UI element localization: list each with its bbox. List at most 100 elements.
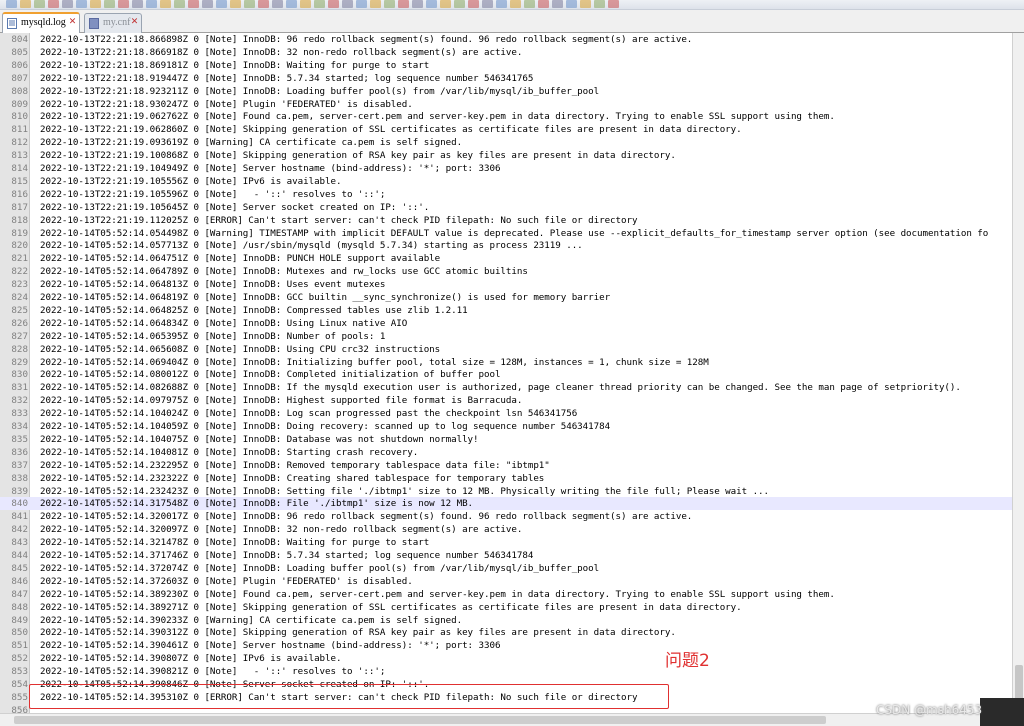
log-line[interactable]: 814 2022-10-13T22:21:19.104949Z 0 [Note] … (0, 162, 1012, 175)
log-line[interactable]: 848 2022-10-14T05:52:14.389271Z 0 [Note] … (0, 601, 1012, 614)
toolbar-button-icon[interactable] (496, 0, 507, 8)
log-line[interactable]: 810 2022-10-13T22:21:19.062762Z 0 [Note] … (0, 110, 1012, 123)
toolbar-button-icon[interactable] (258, 0, 269, 8)
toolbar-button-icon[interactable] (90, 0, 101, 8)
toolbar-button-icon[interactable] (412, 0, 423, 8)
log-line[interactable]: 851 2022-10-14T05:52:14.390461Z 0 [Note] … (0, 639, 1012, 652)
log-line[interactable]: 809 2022-10-13T22:21:18.930247Z 0 [Note] … (0, 98, 1012, 111)
log-line[interactable]: 853 2022-10-14T05:52:14.390821Z 0 [Note] … (0, 665, 1012, 678)
log-line[interactable]: 842 2022-10-14T05:52:14.320097Z 0 [Note] … (0, 523, 1012, 536)
log-line[interactable]: 807 2022-10-13T22:21:18.919447Z 0 [Note] … (0, 72, 1012, 85)
log-line[interactable]: 819 2022-10-14T05:52:14.054498Z 0 [Warnin… (0, 227, 1012, 240)
log-line[interactable]: 820 2022-10-14T05:52:14.057713Z 0 [Note] … (0, 239, 1012, 252)
toolbar-button-icon[interactable] (272, 0, 283, 8)
toolbar-button-icon[interactable] (230, 0, 241, 8)
log-line[interactable]: 812 2022-10-13T22:21:19.093619Z 0 [Warnin… (0, 136, 1012, 149)
toolbar-button-icon[interactable] (300, 0, 311, 8)
toolbar-button-icon[interactable] (286, 0, 297, 8)
toolbar-button-icon[interactable] (454, 0, 465, 8)
log-line[interactable]: 804 2022-10-13T22:21:18.866898Z 0 [Note] … (0, 33, 1012, 46)
log-line[interactable]: 833 2022-10-14T05:52:14.104024Z 0 [Note] … (0, 407, 1012, 420)
toolbar-button-icon[interactable] (468, 0, 479, 8)
log-line[interactable]: 850 2022-10-14T05:52:14.390312Z 0 [Note] … (0, 626, 1012, 639)
toolbar-button-icon[interactable] (440, 0, 451, 8)
log-line[interactable]: 831 2022-10-14T05:52:14.082688Z 0 [Note] … (0, 381, 1012, 394)
toolbar-button-icon[interactable] (356, 0, 367, 8)
log-line[interactable]: 806 2022-10-13T22:21:18.869181Z 0 [Note] … (0, 59, 1012, 72)
toolbar-button-icon[interactable] (76, 0, 87, 8)
log-line[interactable]: 841 2022-10-14T05:52:14.320017Z 0 [Note] … (0, 510, 1012, 523)
toolbar-button-icon[interactable] (48, 0, 59, 8)
log-line[interactable]: 846 2022-10-14T05:52:14.372603Z 0 [Note] … (0, 575, 1012, 588)
log-line[interactable]: 815 2022-10-13T22:21:19.105556Z 0 [Note] … (0, 175, 1012, 188)
log-line[interactable]: 839 2022-10-14T05:52:14.232423Z 0 [Note] … (0, 485, 1012, 498)
toolbar-button-icon[interactable] (398, 0, 409, 8)
toolbar-button-icon[interactable] (160, 0, 171, 8)
log-line[interactable]: 811 2022-10-13T22:21:19.062860Z 0 [Note] … (0, 123, 1012, 136)
toolbar-button-icon[interactable] (370, 0, 381, 8)
log-line[interactable]: 835 2022-10-14T05:52:14.104075Z 0 [Note] … (0, 433, 1012, 446)
close-tab-icon[interactable]: ✕ (130, 18, 139, 27)
log-line[interactable]: 849 2022-10-14T05:52:14.390233Z 0 [Warnin… (0, 614, 1012, 627)
toolbar-button-icon[interactable] (482, 0, 493, 8)
toolbar-button-icon[interactable] (104, 0, 115, 8)
log-line[interactable]: 825 2022-10-14T05:52:14.064825Z 0 [Note] … (0, 304, 1012, 317)
toolbar-button-icon[interactable] (580, 0, 591, 8)
toolbar-button-icon[interactable] (342, 0, 353, 8)
toolbar-button-icon[interactable] (216, 0, 227, 8)
log-line[interactable]: 817 2022-10-13T22:21:19.105645Z 0 [Note] … (0, 201, 1012, 214)
horizontal-scrollbar[interactable] (0, 713, 1024, 726)
tab-my-cnf[interactable]: my.cnf ✕ (84, 13, 142, 33)
log-line[interactable]: 827 2022-10-14T05:52:14.065395Z 0 [Note] … (0, 330, 1012, 343)
log-line[interactable]: 808 2022-10-13T22:21:18.923211Z 0 [Note] … (0, 85, 1012, 98)
log-line[interactable]: 837 2022-10-14T05:52:14.232295Z 0 [Note] … (0, 459, 1012, 472)
log-line[interactable]: 829 2022-10-14T05:52:14.069404Z 0 [Note] … (0, 356, 1012, 369)
toolbar-button-icon[interactable] (118, 0, 129, 8)
log-line[interactable]: 826 2022-10-14T05:52:14.064834Z 0 [Note] … (0, 317, 1012, 330)
log-line[interactable]: 838 2022-10-14T05:52:14.232322Z 0 [Note] … (0, 472, 1012, 485)
log-line[interactable]: 844 2022-10-14T05:52:14.371746Z 0 [Note] … (0, 549, 1012, 562)
toolbar-button-icon[interactable] (524, 0, 535, 8)
toolbar-button-icon[interactable] (566, 0, 577, 8)
toolbar-button-icon[interactable] (34, 0, 45, 8)
toolbar-button-icon[interactable] (594, 0, 605, 8)
close-tab-icon[interactable]: ✕ (68, 18, 77, 27)
log-line[interactable]: 823 2022-10-14T05:52:14.064813Z 0 [Note] … (0, 278, 1012, 291)
log-line[interactable]: 840 2022-10-14T05:52:14.317548Z 0 [Note] … (0, 497, 1012, 511)
log-line[interactable]: 843 2022-10-14T05:52:14.321478Z 0 [Note] … (0, 536, 1012, 549)
log-line[interactable]: 830 2022-10-14T05:52:14.080012Z 0 [Note] … (0, 368, 1012, 381)
toolbar-button-icon[interactable] (314, 0, 325, 8)
log-line[interactable]: 813 2022-10-13T22:21:19.100868Z 0 [Note] … (0, 149, 1012, 162)
log-line[interactable]: 822 2022-10-14T05:52:14.064789Z 0 [Note] … (0, 265, 1012, 278)
toolbar-button-icon[interactable] (146, 0, 157, 8)
toolbar-button-icon[interactable] (510, 0, 521, 8)
log-line[interactable]: 805 2022-10-13T22:21:18.866918Z 0 [Note] … (0, 46, 1012, 59)
text-editor[interactable]: 804 2022-10-13T22:21:18.866898Z 0 [Note] … (0, 33, 1012, 713)
log-line[interactable]: 832 2022-10-14T05:52:14.097975Z 0 [Note] … (0, 394, 1012, 407)
toolbar-button-icon[interactable] (426, 0, 437, 8)
horizontal-scroll-thumb[interactable] (14, 716, 826, 724)
log-line[interactable]: 816 2022-10-13T22:21:19.105596Z 0 [Note] … (0, 188, 1012, 201)
log-line[interactable]: 836 2022-10-14T05:52:14.104081Z 0 [Note] … (0, 446, 1012, 459)
log-line[interactable]: 824 2022-10-14T05:52:14.064819Z 0 [Note] … (0, 291, 1012, 304)
toolbar-button-icon[interactable] (20, 0, 31, 8)
toolbar-button-icon[interactable] (188, 0, 199, 8)
log-line[interactable]: 828 2022-10-14T05:52:14.065608Z 0 [Note] … (0, 343, 1012, 356)
toolbar-button-icon[interactable] (6, 0, 17, 8)
log-line[interactable]: 818 2022-10-13T22:21:19.112025Z 0 [ERROR]… (0, 214, 1012, 227)
toolbar-button-icon[interactable] (62, 0, 73, 8)
log-line[interactable]: 847 2022-10-14T05:52:14.389230Z 0 [Note] … (0, 588, 1012, 601)
log-line[interactable]: 845 2022-10-14T05:52:14.372074Z 0 [Note] … (0, 562, 1012, 575)
toolbar-button-icon[interactable] (174, 0, 185, 8)
toolbar-button-icon[interactable] (244, 0, 255, 8)
toolbar-button-icon[interactable] (202, 0, 213, 8)
log-line[interactable]: 821 2022-10-14T05:52:14.064751Z 0 [Note] … (0, 252, 1012, 265)
log-line[interactable]: 852 2022-10-14T05:52:14.390807Z 0 [Note] … (0, 652, 1012, 665)
toolbar-button-icon[interactable] (552, 0, 563, 8)
vertical-scrollbar[interactable] (1012, 33, 1024, 713)
toolbar-button-icon[interactable] (384, 0, 395, 8)
toolbar-button-icon[interactable] (328, 0, 339, 8)
tab-mysqld-log[interactable]: mysqld.log ✕ (2, 12, 80, 34)
log-line[interactable]: 834 2022-10-14T05:52:14.104059Z 0 [Note] … (0, 420, 1012, 433)
toolbar-button-icon[interactable] (132, 0, 143, 8)
